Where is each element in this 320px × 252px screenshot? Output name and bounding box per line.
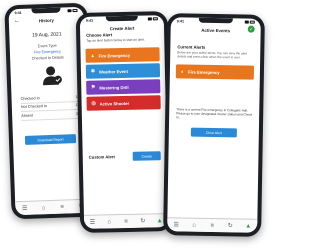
menu-icon[interactable]: ☰ (21, 204, 29, 212)
alert-label: Active Shooter (99, 100, 130, 107)
stat-row: Absent 36 (21, 109, 81, 121)
stat-label: Absent (21, 113, 34, 118)
page-title: Create Alert (109, 25, 135, 31)
active-shooter-button[interactable]: ◎ Active Shooter (86, 95, 161, 111)
menu-icon[interactable]: ☰ (172, 221, 180, 229)
fire-icon: 🔥 (89, 52, 96, 59)
people-icon (40, 64, 63, 87)
battery-icon (72, 9, 78, 12)
list-icon[interactable]: ≡ (58, 203, 66, 211)
alert-label: Fire Emergency (98, 52, 131, 59)
choose-alert-title: Choose Alert (86, 32, 113, 38)
active-events-screen: 9:41 Active Events ✓ Current Alerts Belo… (167, 17, 261, 233)
fire-icon: 🔥 (179, 68, 186, 74)
alert-label: Fire Emergency (188, 69, 220, 75)
current-alerts-title: Current Alerts (177, 44, 206, 50)
alert-info-text: There is a current Fire emergency in Col… (176, 107, 253, 120)
battery-icon (249, 20, 255, 24)
weather-event-button[interactable]: ❄ Weather Event (85, 63, 161, 79)
battery-icon (152, 17, 158, 21)
alert-triangle-icon[interactable]: ▲ (244, 222, 252, 230)
signal-icon (147, 17, 152, 21)
snowflake-icon: ❄ (90, 68, 96, 75)
notch (105, 15, 138, 22)
history-icon[interactable]: ↻ (226, 222, 234, 230)
signal-icon (244, 20, 249, 24)
home-icon[interactable]: ⌂ (39, 204, 47, 212)
notch (31, 7, 61, 14)
clear-alert-button[interactable]: Clear Alert (190, 127, 237, 138)
menu-icon[interactable]: ☰ (88, 218, 96, 226)
alert-label: Weather Event (98, 68, 128, 75)
alert-list: 🔥 Fire Emergency ❄ Weather Event ⚑ Muste… (85, 47, 161, 113)
download-report-button[interactable]: Download Report (24, 134, 77, 145)
create-alert-screen: 9:41 Create Alert Choose Alert Tap an al… (79, 15, 169, 229)
tab-bar: ☰ ⌂ ≡ ↻ ▲ (83, 213, 169, 229)
checked-in-label: Checked In Details (31, 55, 64, 61)
page-title: History (38, 17, 54, 23)
phone-create-alert: 9:41 Create Alert Choose Alert Tap an al… (75, 11, 173, 233)
history-header: ← History (9, 14, 84, 27)
stats-list: Checked In 11 Not Checked In 13 Absent 3… (20, 92, 81, 121)
custom-alert-row: Custom Alert Create (89, 151, 161, 162)
alert-label: Mustering Drill (99, 84, 129, 91)
phone-active-events: 9:41 Active Events ✓ Current Alerts Belo… (163, 13, 265, 237)
status-time: 9:41 (176, 18, 185, 23)
status-time: 9:41 (85, 18, 94, 23)
list-icon[interactable]: ≡ (122, 217, 130, 225)
back-arrow-icon[interactable]: ← (14, 18, 20, 24)
home-icon[interactable]: ⌂ (190, 221, 198, 229)
create-button[interactable]: Create (132, 151, 161, 161)
person-icon: ⚑ (90, 84, 96, 91)
page-title: Active Events (201, 27, 231, 33)
history-icon[interactable]: ↻ (139, 217, 147, 225)
signal-icon (67, 9, 72, 13)
home-icon[interactable]: ⌂ (105, 218, 113, 226)
active-fire-alert[interactable]: 🔥 Fire Emergency (175, 64, 255, 80)
current-alerts-desc: Below are your active alerts. You can vi… (177, 50, 248, 60)
status-time: 9:41 (14, 10, 22, 15)
stat-label: Not Checked In (20, 104, 48, 110)
custom-alert-label: Custom Alert (88, 154, 115, 160)
history-date: 19 Aug, 2021 (32, 31, 62, 39)
mustering-drill-button[interactable]: ⚑ Mustering Drill (86, 79, 161, 95)
choose-alert-desc: Tap an alert button below to start an al… (86, 37, 145, 44)
target-icon: ◎ (91, 100, 96, 107)
choose-alert-section: Choose Alert Tap an alert button below t… (86, 31, 158, 43)
check-icon: ✓ (247, 25, 255, 33)
notch (198, 17, 233, 24)
stat-label: Checked In (20, 96, 40, 101)
tab-bar: ☰ ⌂ ≡ ↻ ▲ (167, 217, 258, 233)
fire-emergency-button[interactable]: 🔥 Fire Emergency (85, 47, 160, 63)
list-icon[interactable]: ≡ (208, 221, 216, 229)
